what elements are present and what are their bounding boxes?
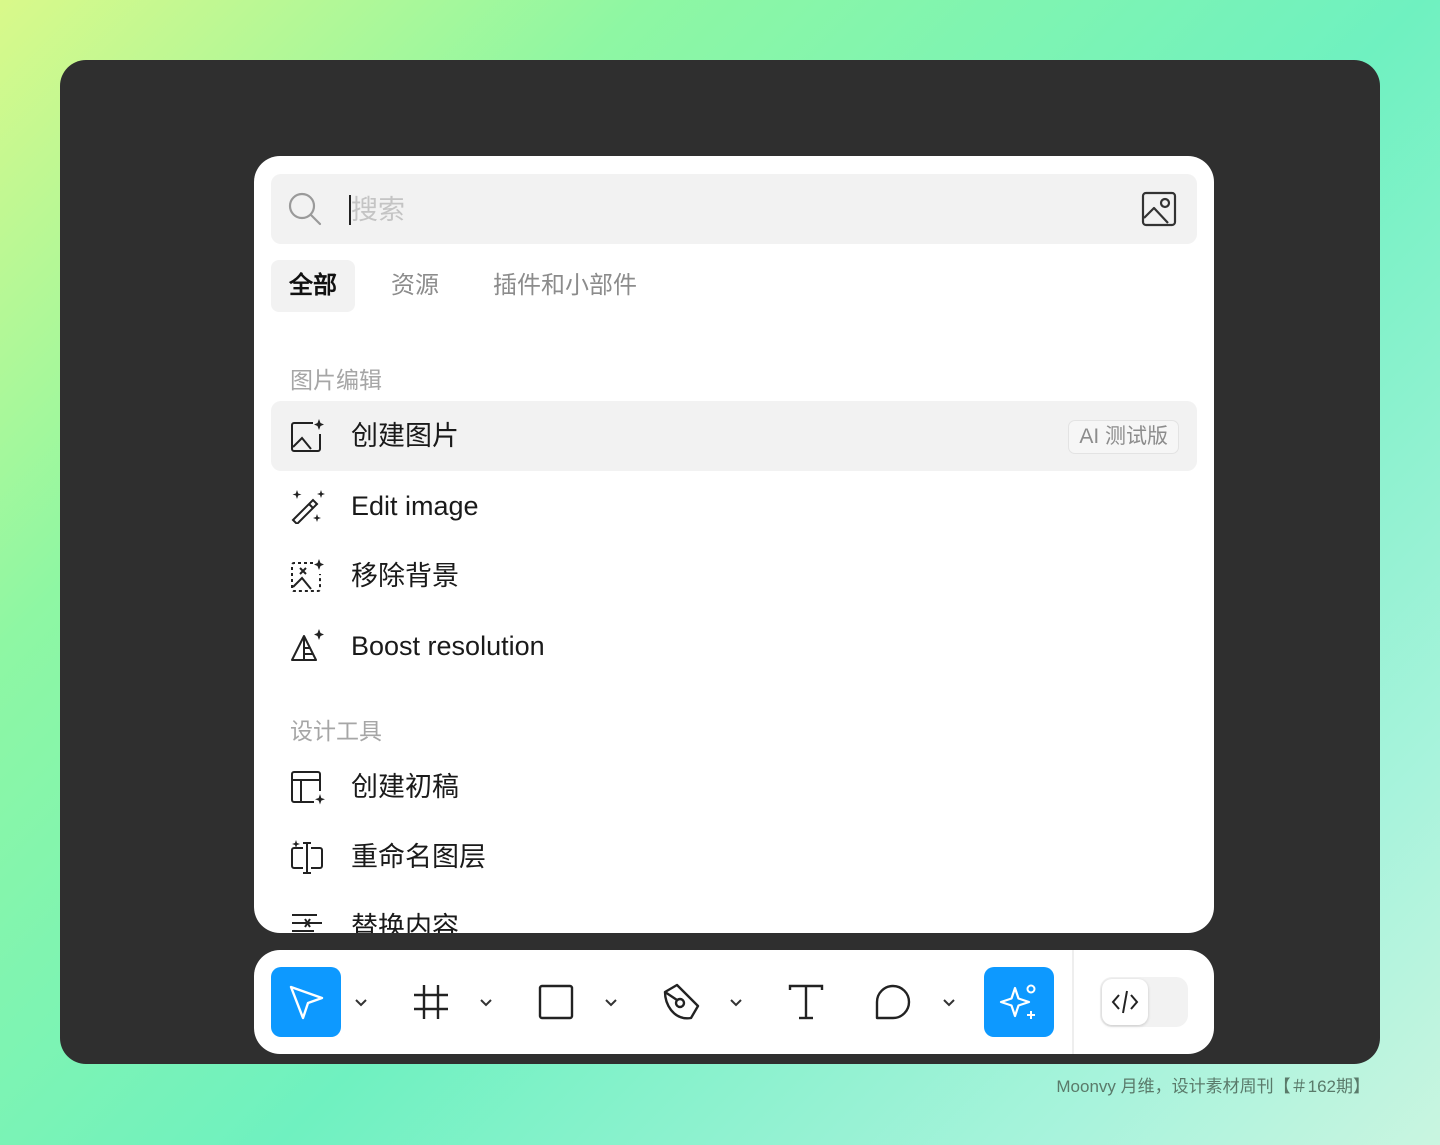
move-tool-button[interactable] (271, 967, 341, 1037)
image-search-icon[interactable] (1141, 191, 1177, 227)
action-replace-content[interactable]: 替换内容 (271, 892, 1197, 933)
search-input[interactable]: 搜索 (351, 193, 405, 227)
action-label: Edit image (351, 491, 479, 521)
frame-hash-icon (414, 985, 448, 1019)
rename-layer-icon (291, 840, 323, 874)
action-create-draft[interactable]: 创建初稿 (271, 752, 1197, 822)
pen-nib-icon (663, 983, 700, 1020)
text-tool-button[interactable] (771, 967, 841, 1037)
action-label: 创建初稿 (351, 772, 459, 802)
cursor-arrow-icon (289, 985, 324, 1020)
action-create-image[interactable]: 创建图片 AI 测试版 (271, 401, 1197, 471)
rectangle-icon (538, 984, 574, 1020)
image-sparkle-icon (291, 419, 324, 452)
rectangle-tool-button[interactable] (521, 967, 591, 1037)
sparkle-icon (999, 984, 1036, 1019)
dev-mode-toggle[interactable] (1100, 977, 1188, 1027)
chevron-down-icon[interactable] (478, 994, 494, 1010)
magic-wand-icon (291, 490, 325, 524)
comment-tool-button[interactable] (858, 967, 928, 1037)
tab-plugins-widgets[interactable]: 插件和小部件 (475, 260, 655, 312)
section-title-image-editing: 图片编辑 (290, 367, 382, 393)
section-title-design-tools: 设计工具 (290, 718, 382, 744)
actions-panel: 搜索 全部 资源 插件和小部件 图片编辑 创建图片 AI 测试版 Edit im… (254, 156, 1214, 933)
action-label: 移除背景 (351, 561, 459, 591)
action-rename-layers[interactable]: 重命名图层 (271, 822, 1197, 892)
layout-sparkle-icon (291, 771, 325, 805)
comment-bubble-icon (875, 984, 911, 1020)
code-icon (1111, 990, 1139, 1014)
replace-content-icon (292, 914, 322, 932)
tab-all[interactable]: 全部 (271, 260, 355, 312)
text-t-icon (788, 984, 824, 1020)
search-bar[interactable]: 搜索 (271, 174, 1197, 244)
frame-tool-button[interactable] (396, 967, 466, 1037)
app-canvas: 搜索 全部 资源 插件和小部件 图片编辑 创建图片 AI 测试版 Edit im… (60, 60, 1380, 1064)
chevron-down-icon[interactable] (728, 994, 744, 1010)
chevron-down-icon[interactable] (941, 994, 957, 1010)
search-icon (288, 192, 322, 226)
ai-actions-button[interactable] (984, 967, 1054, 1037)
tab-assets[interactable]: 资源 (373, 260, 457, 312)
toolbar-divider (1072, 950, 1074, 1054)
action-remove-background[interactable]: 移除背景 (271, 541, 1197, 611)
tab-bar: 全部 资源 插件和小部件 (271, 260, 673, 314)
chevron-down-icon[interactable] (603, 994, 619, 1010)
ai-beta-badge: AI 测试版 (1068, 420, 1179, 454)
action-label: Boost resolution (351, 631, 545, 661)
pen-tool-button[interactable] (646, 967, 716, 1037)
bottom-toolbar (254, 950, 1214, 1054)
action-label: 重命名图层 (351, 842, 486, 872)
action-edit-image[interactable]: Edit image (271, 471, 1197, 541)
dev-mode-knob (1102, 979, 1148, 1025)
chevron-down-icon[interactable] (353, 994, 369, 1010)
action-boost-resolution[interactable]: Boost resolution (271, 611, 1197, 681)
action-label: 创建图片 (351, 421, 459, 451)
remove-background-icon (291, 559, 324, 592)
watermark-text: Moonvy 月维，设计素材周刊【＃162期】 (1056, 1077, 1370, 1096)
action-label: 替换内容 (351, 912, 459, 933)
boost-resolution-icon (291, 629, 324, 661)
